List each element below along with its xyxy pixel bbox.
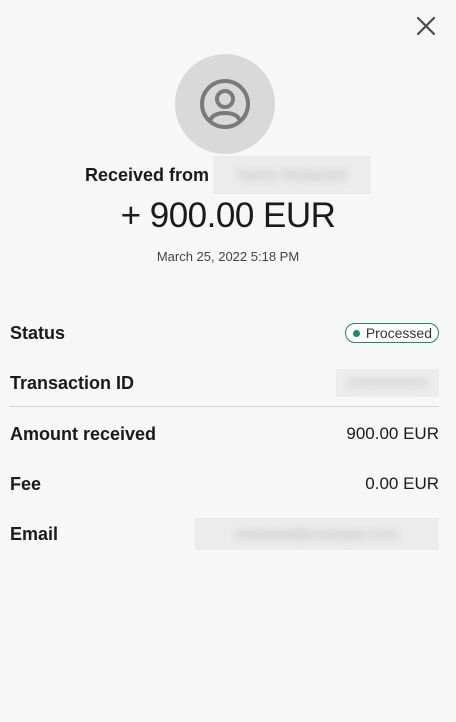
user-circle-icon (200, 79, 250, 129)
status-row: Status Processed (10, 319, 439, 347)
divider (10, 406, 439, 407)
transaction-detail-page: Received from Name Redacted + 900.00 EUR… (0, 0, 456, 722)
email-redacted: redacted@example.com (195, 518, 439, 550)
close-button[interactable] (412, 12, 440, 40)
transaction-amount: + 900.00 EUR (120, 196, 336, 235)
transaction-datetime: March 25, 2022 5:18 PM (156, 249, 300, 264)
email-label: Email (10, 523, 59, 544)
fee-value: 0.00 EUR (365, 474, 439, 493)
fee-label: Fee (10, 473, 42, 494)
status-badge: Processed (344, 323, 439, 343)
transaction-id-row: Transaction ID XXXXXXXX (10, 369, 439, 397)
sender-name-redacted: Name Redacted (213, 156, 372, 194)
transaction-id-redacted: XXXXXXXX (336, 369, 439, 397)
amount-received-label: Amount received (10, 423, 157, 444)
amount-received-value: 900.00 EUR (346, 424, 439, 443)
amount-received-row: Amount received 900.00 EUR (10, 420, 439, 448)
status-dot-icon (352, 329, 360, 337)
transaction-id-label: Transaction ID (10, 372, 135, 393)
fee-row: Fee 0.00 EUR (10, 470, 439, 498)
email-row: Email redacted@example.com (10, 518, 439, 550)
received-from-label: Received from (84, 164, 210, 185)
received-from-row: Received from Name Redacted (0, 156, 456, 194)
avatar (175, 54, 275, 154)
status-label: Status (10, 322, 66, 343)
status-value: Processed (365, 325, 432, 341)
close-icon (416, 16, 436, 36)
